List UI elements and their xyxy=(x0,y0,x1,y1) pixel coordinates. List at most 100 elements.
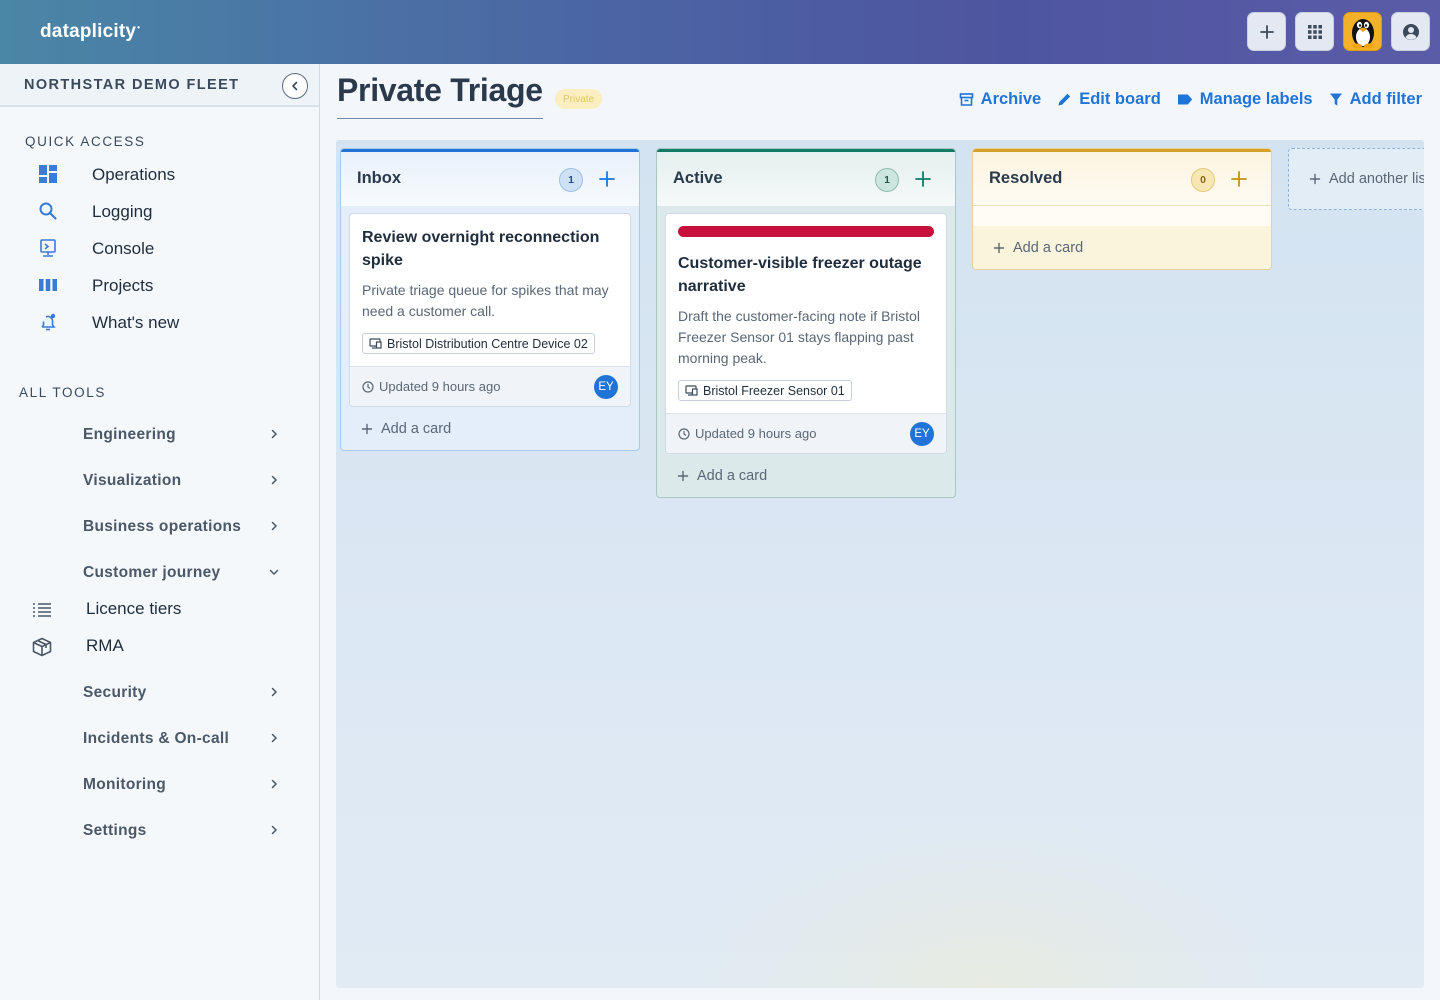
card-description: Draft the customer-facing note if Bristo… xyxy=(678,308,920,366)
apps-button[interactable] xyxy=(1295,12,1334,51)
plus-icon xyxy=(993,242,1005,253)
device-tag-label: Bristol Distribution Centre Device 02 xyxy=(387,336,588,351)
archive-label: Archive xyxy=(980,90,1042,108)
edit-board-label: Edit board xyxy=(1079,90,1161,108)
card[interactable]: Review overnight reconnection spike Priv… xyxy=(349,213,631,407)
sidebar-group-label: Business operations xyxy=(83,518,242,535)
device-tag[interactable]: Bristol Freezer Sensor 01 xyxy=(678,380,852,401)
terminal-icon xyxy=(38,238,58,258)
avatar[interactable]: EY xyxy=(594,375,618,399)
sidebar-item-projects[interactable]: Projects xyxy=(0,267,319,304)
sidebar-item-label: RMA xyxy=(86,636,124,655)
sidebar-group-label: Settings xyxy=(83,822,147,839)
fleet-selector[interactable]: NORTHSTAR DEMO FLEET xyxy=(0,64,319,107)
list-title[interactable]: Inbox xyxy=(357,169,401,188)
card-count-badge: 0 xyxy=(1191,168,1215,192)
updated-text: Updated 9 hours ago xyxy=(379,379,501,394)
card[interactable]: Customer-visible freezer outage narrativ… xyxy=(665,213,947,454)
manage-labels-button[interactable]: Manage labels xyxy=(1177,90,1313,109)
list-header: Active 1 xyxy=(657,149,955,206)
bell-icon xyxy=(38,312,58,332)
chevron-down-icon xyxy=(269,569,279,576)
device-icon xyxy=(369,338,382,349)
all-tools-heading: ALL TOOLS xyxy=(19,385,106,400)
account-button[interactable] xyxy=(1391,12,1430,51)
add-card-button[interactable]: Add a card xyxy=(973,226,1271,269)
sidebar-group-visualization[interactable]: Visualization xyxy=(0,461,319,501)
board-actions: Archive Edit board Manage labels Add fil… xyxy=(959,90,1422,109)
chevron-right-icon xyxy=(271,429,278,439)
card-footer: Updated 9 hours ago EY xyxy=(666,413,946,453)
updated-timestamp: Updated 9 hours ago xyxy=(678,426,816,441)
grid-icon xyxy=(1307,24,1322,39)
sidebar-group-business-operations[interactable]: Business operations xyxy=(0,507,319,547)
sidebar-item-label: Logging xyxy=(92,201,153,221)
list-title[interactable]: Active xyxy=(673,169,723,188)
sidebar-item-licence-tiers[interactable]: Licence tiers xyxy=(0,591,319,628)
list-inbox: Inbox 1 Review overnight reconnection sp… xyxy=(340,148,640,451)
brand-mark: • xyxy=(137,22,141,32)
add-card-plus-icon[interactable] xyxy=(913,169,933,189)
pencil-icon xyxy=(1058,93,1071,106)
edit-board-button[interactable]: Edit board xyxy=(1057,90,1161,109)
archive-icon xyxy=(959,93,973,106)
add-filter-button[interactable]: Add filter xyxy=(1329,90,1422,109)
device-tag[interactable]: Bristol Distribution Centre Device 02 xyxy=(362,333,595,354)
sidebar-group-label: Visualization xyxy=(83,472,182,489)
add-card-button[interactable]: Add a card xyxy=(657,454,955,497)
sidebar-group-customer-journey[interactable]: Customer journey xyxy=(0,553,319,593)
sidebar-group-label: Engineering xyxy=(83,426,176,443)
linux-device-button[interactable] xyxy=(1343,12,1382,51)
chevron-left-icon xyxy=(292,81,298,91)
chevron-right-icon xyxy=(271,733,278,743)
package-icon xyxy=(31,637,53,657)
chevron-right-icon xyxy=(271,825,278,835)
add-card-plus-icon[interactable] xyxy=(597,169,617,189)
top-bar: dataplicity• xyxy=(0,0,1440,64)
add-list-button[interactable]: Add another list xyxy=(1288,148,1424,210)
create-button[interactable] xyxy=(1247,12,1286,51)
updated-text: Updated 9 hours ago xyxy=(695,426,817,441)
sidebar-group-label: Customer journey xyxy=(83,564,221,581)
sidebar-item-logging[interactable]: Logging xyxy=(0,193,319,230)
sidebar-item-label: Projects xyxy=(92,275,154,295)
fleet-name: NORTHSTAR DEMO FLEET xyxy=(24,76,240,93)
sidebar-item-whats-new[interactable]: What's new xyxy=(0,304,319,341)
list-header: Inbox 1 xyxy=(341,149,639,206)
dashboard-icon xyxy=(38,164,58,184)
card-title: Review overnight reconnection spike xyxy=(362,229,600,269)
sidebar-item-console[interactable]: Console xyxy=(0,230,319,267)
add-card-plus-icon[interactable] xyxy=(1229,169,1249,189)
sidebar-group-incidents[interactable]: Incidents & On-call xyxy=(0,719,319,759)
card-label-bar[interactable] xyxy=(678,226,934,237)
chevron-right-icon xyxy=(271,687,278,697)
page-title[interactable]: Private Triage xyxy=(337,72,543,119)
sidebar-group-engineering[interactable]: Engineering xyxy=(0,415,319,455)
sidebar-item-label: What's new xyxy=(92,312,180,332)
card-footer: Updated 9 hours ago EY xyxy=(350,366,630,406)
sidebar-group-monitoring[interactable]: Monitoring xyxy=(0,765,319,805)
chevron-right-icon xyxy=(271,779,278,789)
sidebar-item-rma[interactable]: RMA xyxy=(0,628,319,665)
card-count-badge: 1 xyxy=(559,168,583,192)
list-title[interactable]: Resolved xyxy=(989,169,1062,188)
columns-icon xyxy=(38,275,58,295)
sidebar-group-label: Monitoring xyxy=(83,776,167,793)
sidebar-item-label: Operations xyxy=(92,164,176,184)
sidebar-group-security[interactable]: Security xyxy=(0,673,319,713)
add-card-button[interactable]: Add a card xyxy=(341,407,639,450)
sidebar: NORTHSTAR DEMO FLEET QUICK ACCESS Operat… xyxy=(0,64,320,1000)
sidebar-item-operations[interactable]: Operations xyxy=(0,156,319,193)
add-card-label: Add a card xyxy=(697,467,768,484)
collapse-sidebar-button[interactable] xyxy=(282,73,308,99)
avatar[interactable]: EY xyxy=(910,422,934,446)
add-card-label: Add a card xyxy=(1013,239,1084,256)
updated-timestamp: Updated 9 hours ago xyxy=(362,379,500,394)
plus-icon xyxy=(1309,173,1321,185)
sidebar-group-settings[interactable]: Settings xyxy=(0,811,319,851)
privacy-badge: Private xyxy=(555,89,603,109)
archive-button[interactable]: Archive xyxy=(959,90,1042,109)
chevron-right-icon xyxy=(271,475,278,485)
brand-logo[interactable]: dataplicity• xyxy=(40,21,140,43)
list-active: Active 1 Customer-visible freezer outage… xyxy=(656,148,956,498)
